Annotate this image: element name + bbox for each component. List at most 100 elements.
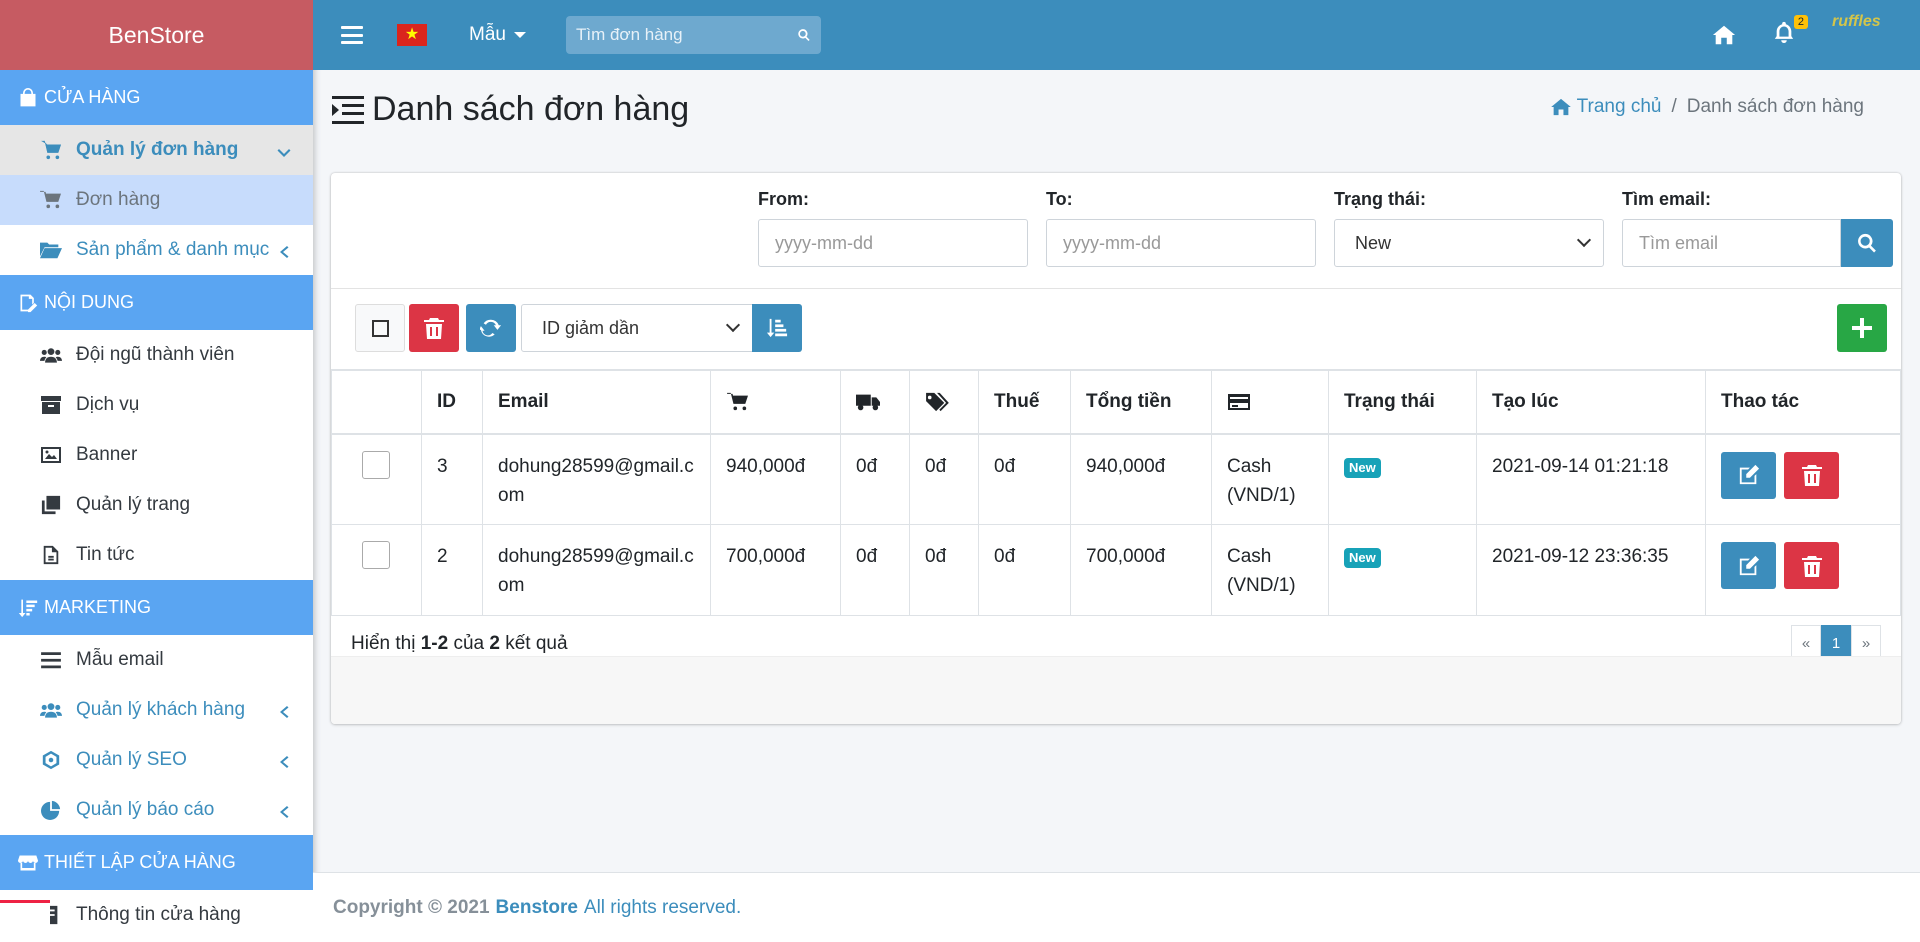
- header-tax: Thuế: [978, 370, 1071, 435]
- main-content: Danh sách đơn hàng Trang chủ / Danh sách…: [313, 70, 1920, 942]
- from-label: From:: [758, 189, 809, 209]
- sidebar-item-products[interactable]: Sản phẩm & danh mục: [0, 225, 313, 275]
- list-indent-icon: [332, 95, 364, 124]
- page-footer: Copyright © 2021 Benstore All rights res…: [313, 872, 1920, 942]
- breadcrumb-home-label: Trang chủ: [1576, 96, 1662, 117]
- sidebar-item-customers[interactable]: Quản lý khách hàng: [0, 685, 313, 735]
- row-select-cell: [331, 433, 422, 525]
- sidebar-item-label: Đơn hàng: [76, 189, 161, 210]
- cell-status: New: [1328, 524, 1477, 616]
- notification-badge: 2: [1793, 15, 1808, 29]
- add-order-button[interactable]: [1837, 304, 1887, 352]
- sort-select[interactable]: ID giảm dần: [521, 304, 753, 352]
- row-checkbox[interactable]: [362, 450, 390, 479]
- email-search-button[interactable]: [1841, 219, 1893, 267]
- header-payment: [1211, 370, 1329, 435]
- header-id[interactable]: ID: [421, 370, 483, 435]
- sort-amount-icon: [18, 599, 38, 617]
- status-select-value: New: [1355, 232, 1392, 253]
- cell-discount: 0đ: [909, 433, 979, 525]
- topbar: ★ Mẫu 2 ruffles: [313, 0, 1920, 70]
- header-email[interactable]: Email: [482, 370, 711, 435]
- shopping-bag-icon: [20, 87, 36, 106]
- template-dropdown-label: Mẫu: [469, 24, 506, 45]
- archive-icon: [38, 394, 64, 416]
- caret-down-icon: [513, 32, 526, 38]
- notifications[interactable]: 2: [1772, 15, 1808, 49]
- hamburger-menu-icon[interactable]: [341, 26, 363, 44]
- search-icon[interactable]: [797, 26, 811, 44]
- chevron-left-icon: [277, 243, 291, 258]
- section-title: MARKETING: [44, 597, 152, 617]
- status-label: Trạng thái:: [1334, 189, 1427, 209]
- breadcrumb-separator: /: [1671, 96, 1677, 117]
- delete-button[interactable]: [1784, 451, 1839, 499]
- section-content: NỘI DUNG: [0, 275, 313, 330]
- home-icon[interactable]: [1712, 24, 1736, 46]
- section-marketing: MARKETING: [0, 580, 313, 635]
- footer-brand-link[interactable]: Benstore: [496, 897, 578, 919]
- users-icon: [38, 344, 64, 366]
- vietnam-flag-icon[interactable]: ★: [397, 24, 427, 46]
- sidebar-item-services[interactable]: Dịch vụ: [0, 380, 313, 430]
- bars-icon: [38, 649, 64, 671]
- status-select[interactable]: New: [1334, 219, 1604, 267]
- section-title: THIẾT LẬP CỬA HÀNG: [44, 852, 236, 872]
- bulk-delete-button[interactable]: [409, 304, 459, 352]
- sidebar-item-seo[interactable]: Quản lý SEO: [0, 735, 313, 785]
- cell-email: dohung28599@gmail.com: [482, 524, 711, 616]
- sidebar-item-reports[interactable]: Quản lý báo cáo: [0, 785, 313, 835]
- breadcrumb-home[interactable]: Trang chủ: [1550, 96, 1662, 118]
- template-dropdown[interactable]: Mẫu: [469, 24, 526, 46]
- delete-button[interactable]: [1784, 542, 1839, 589]
- cart-icon: [38, 189, 64, 211]
- from-date-input[interactable]: yyyy-mm-dd: [758, 219, 1028, 267]
- select-all-checkbox[interactable]: [355, 304, 405, 352]
- row-actions: [1721, 451, 1885, 499]
- email-search-input[interactable]: Tìm email: [1622, 219, 1841, 267]
- sidebar-item-pages[interactable]: Quản lý trang: [0, 480, 313, 530]
- sidebar-item-email-template[interactable]: Mẫu email: [0, 635, 313, 685]
- refresh-button[interactable]: [466, 304, 516, 352]
- cell-subtotal: 700,000đ: [710, 524, 841, 616]
- file-icon: [38, 544, 64, 566]
- to-label: To:: [1046, 189, 1073, 209]
- sidebar-item-news[interactable]: Tin tức: [0, 530, 313, 580]
- bell-icon: [1774, 21, 1794, 43]
- sidebar-item-label: Quản lý khách hàng: [76, 699, 246, 720]
- header-select: [331, 370, 422, 435]
- chevron-left-icon: [277, 803, 291, 818]
- image-icon: [38, 444, 64, 466]
- users-icon: [38, 699, 64, 721]
- header-status: Trạng thái: [1328, 370, 1477, 435]
- edit-button[interactable]: [1721, 451, 1776, 499]
- trash-icon: [1801, 555, 1822, 577]
- folder-open-icon: [38, 239, 64, 261]
- sidebar-item-banner[interactable]: Banner: [0, 430, 313, 480]
- sidebar-item-orders-manage[interactable]: Quản lý đơn hàng: [0, 125, 313, 175]
- edit-button[interactable]: [1721, 542, 1776, 589]
- checkbox-square-icon: [371, 319, 389, 337]
- header-subtotal: [710, 370, 841, 435]
- truck-icon: [856, 394, 880, 411]
- to-date-input[interactable]: yyyy-mm-dd: [1046, 219, 1316, 267]
- sort-direction-button[interactable]: [752, 304, 802, 352]
- row-checkbox[interactable]: [362, 541, 390, 569]
- sidebar-item-team[interactable]: Đội ngũ thành viên: [0, 330, 313, 380]
- brand-logo[interactable]: BenStore: [0, 0, 313, 70]
- refresh-icon: [480, 319, 502, 337]
- breadcrumb-current: Danh sách đơn hàng: [1686, 96, 1864, 117]
- sidebar: BenStore CỬA HÀNG Quản lý đơn hàng Đơn h…: [0, 0, 313, 942]
- cell-tax: 0đ: [978, 524, 1071, 616]
- edit-icon: [1739, 464, 1759, 485]
- user-logo[interactable]: ruffles: [1832, 13, 1881, 57]
- cell-shipping: 0đ: [840, 524, 910, 616]
- sidebar-item-orders[interactable]: Đơn hàng: [0, 175, 313, 225]
- order-search-input[interactable]: [575, 25, 797, 45]
- cell-shipping: 0đ: [840, 433, 910, 525]
- credit-card-icon: [1228, 393, 1250, 410]
- cell-id: 3: [421, 433, 483, 525]
- sidebar-item-label: Sản phẩm & danh mục: [76, 239, 270, 260]
- edit-doc-icon: [20, 294, 38, 312]
- chevron-down-icon: [277, 143, 291, 157]
